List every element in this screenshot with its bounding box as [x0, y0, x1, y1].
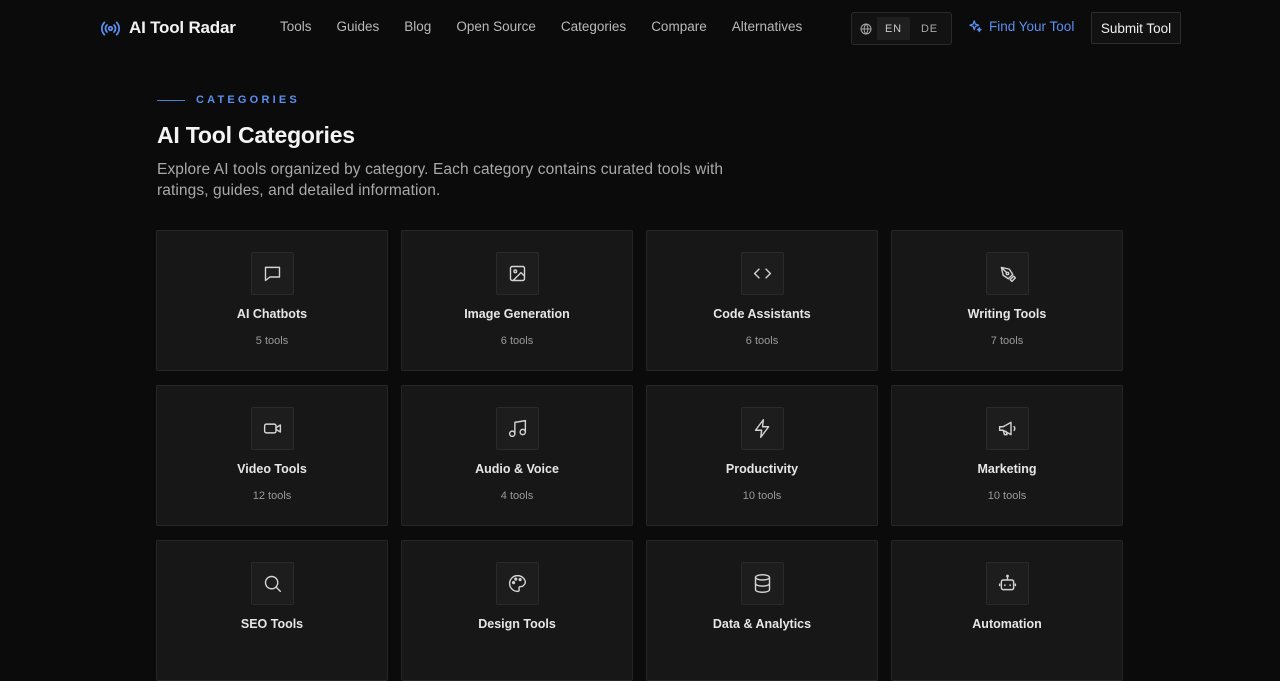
code-icon	[753, 268, 772, 279]
category-card-writing-tools[interactable]: Writing Tools 7 tools	[891, 230, 1123, 371]
bot-icon	[998, 574, 1017, 591]
find-your-tool-link[interactable]: Find Your Tool	[968, 19, 1074, 34]
category-card-video-tools[interactable]: Video Tools 12 tools	[156, 385, 388, 526]
category-card-seo-tools[interactable]: SEO Tools	[156, 540, 388, 681]
zap-icon	[754, 419, 770, 438]
brand-logo-link[interactable]: AI Tool Radar	[100, 16, 236, 40]
category-icon-frame	[496, 562, 539, 605]
category-name: Image Generation	[464, 307, 570, 321]
nav-link-tools[interactable]: Tools	[280, 19, 312, 34]
category-name: Marketing	[977, 462, 1037, 476]
top-navigation: AI Tool Radar Tools Guides Blog Open Sou…	[0, 0, 1280, 56]
palette-icon	[509, 574, 527, 593]
eyebrow-divider	[157, 99, 185, 101]
category-icon-frame	[986, 407, 1029, 450]
category-name: Data & Analytics	[712, 617, 812, 631]
submit-tool-button[interactable]: Submit Tool	[1091, 12, 1181, 44]
sparkles-icon	[969, 20, 982, 33]
chat-icon	[264, 266, 281, 282]
category-icon-frame	[741, 407, 784, 450]
category-tool-count: 6 tools	[745, 335, 779, 347]
category-card-data-analytics[interactable]: Data & Analytics	[646, 540, 878, 681]
nav-link-guides[interactable]: Guides	[337, 19, 380, 34]
category-icon-frame	[986, 562, 1029, 605]
music-icon	[508, 419, 527, 438]
category-icon-frame	[986, 252, 1029, 295]
brand-name: AI Tool Radar	[129, 18, 236, 37]
nav-link-open-source[interactable]: Open Source	[456, 19, 536, 34]
category-icon-frame	[741, 252, 784, 295]
category-tool-count: 5 tools	[255, 335, 289, 347]
category-icon-frame	[741, 562, 784, 605]
category-tool-count: 7 tools	[990, 335, 1024, 347]
category-icon-frame	[251, 252, 294, 295]
video-icon	[263, 423, 282, 434]
category-card-marketing[interactable]: Marketing 10 tools	[891, 385, 1123, 526]
page-subtitle: Explore AI tools organized by category. …	[157, 161, 724, 199]
image-icon	[509, 265, 526, 282]
category-card-image-generation[interactable]: Image Generation 6 tools	[401, 230, 633, 371]
category-card-design-tools[interactable]: Design Tools	[401, 540, 633, 681]
database-icon	[754, 574, 771, 593]
megaphone-icon	[998, 421, 1016, 436]
category-icon-frame	[251, 562, 294, 605]
category-icon-frame	[251, 407, 294, 450]
language-switcher: EN DE	[851, 12, 952, 45]
category-card-audio-voice[interactable]: Audio & Voice 4 tools	[401, 385, 633, 526]
pen-icon	[1000, 266, 1017, 283]
category-tool-count: 4 tools	[500, 490, 534, 502]
category-tool-count: 10 tools	[742, 490, 782, 502]
category-tool-count: 10 tools	[987, 490, 1027, 502]
nav-link-blog[interactable]: Blog	[404, 19, 431, 34]
category-grid: AI Chatbots 5 tools Image Generation 6 t…	[156, 230, 1123, 681]
language-option-de[interactable]: DE	[913, 17, 946, 40]
category-card-productivity[interactable]: Productivity 10 tools	[646, 385, 878, 526]
category-name: Audio & Voice	[475, 462, 559, 476]
category-name: Design Tools	[478, 617, 556, 631]
category-icon-frame	[496, 252, 539, 295]
section-eyebrow: CATEGORIES	[157, 94, 300, 106]
category-name: Automation	[972, 617, 1042, 631]
category-tool-count: 12 tools	[252, 490, 292, 502]
globe-icon	[860, 23, 872, 35]
category-name: SEO Tools	[240, 617, 304, 631]
page-title: AI Tool Categories	[157, 122, 355, 148]
nav-link-categories[interactable]: Categories	[561, 19, 626, 34]
eyebrow-label: CATEGORIES	[196, 94, 300, 106]
radar-icon	[101, 21, 120, 35]
language-option-en[interactable]: EN	[877, 17, 910, 40]
search-icon	[264, 575, 282, 593]
category-name: Video Tools	[237, 462, 307, 476]
category-icon-frame	[496, 407, 539, 450]
main-nav: Tools Guides Blog Open Source Categories…	[280, 19, 802, 34]
category-name: Productivity	[725, 462, 799, 476]
category-name: Writing Tools	[967, 307, 1047, 321]
category-name: Code Assistants	[713, 307, 811, 321]
category-card-automation[interactable]: Automation	[891, 540, 1123, 681]
category-name: AI Chatbots	[236, 307, 308, 321]
nav-link-alternatives[interactable]: Alternatives	[732, 19, 803, 34]
nav-link-compare[interactable]: Compare	[651, 19, 707, 34]
category-tool-count: 6 tools	[500, 335, 534, 347]
category-card-ai-chatbots[interactable]: AI Chatbots 5 tools	[156, 230, 388, 371]
category-card-code-assistants[interactable]: Code Assistants 6 tools	[646, 230, 878, 371]
find-your-tool-label: Find Your Tool	[989, 19, 1075, 34]
